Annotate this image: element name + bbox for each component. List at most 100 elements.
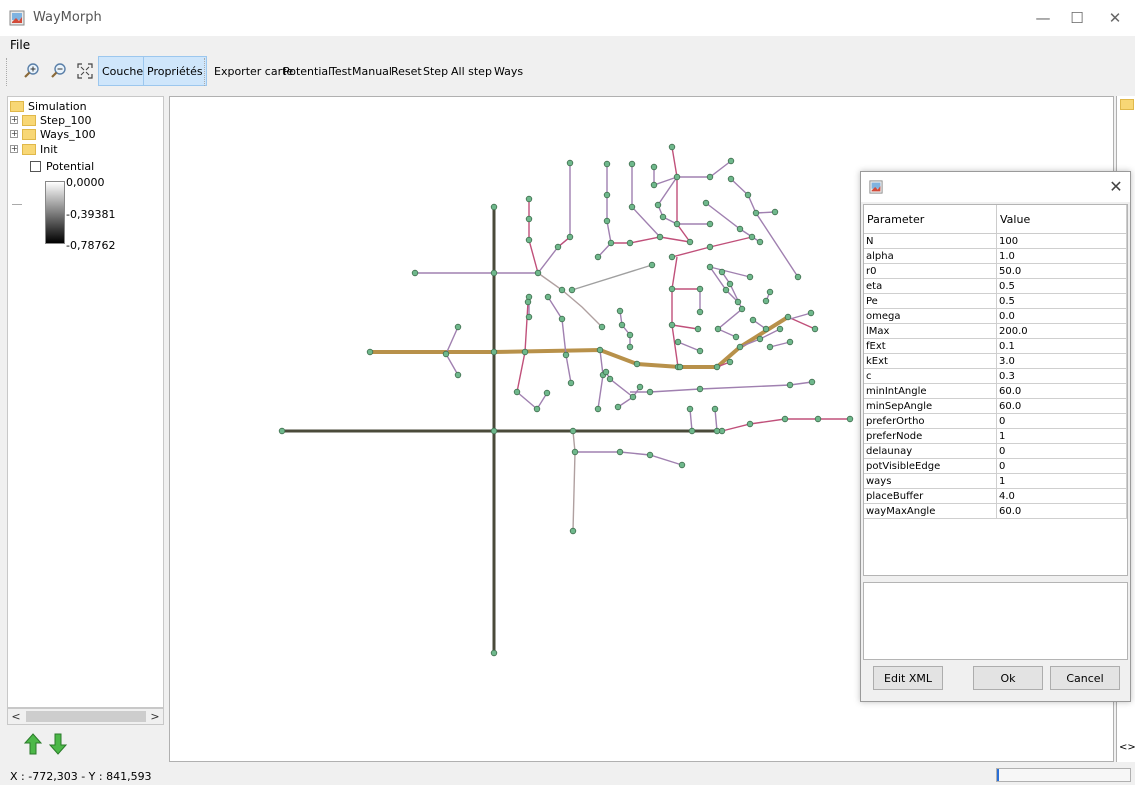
dialog-close-button[interactable]: ✕ bbox=[1106, 177, 1126, 197]
scroll-right-icon[interactable]: > bbox=[147, 709, 163, 724]
table-row[interactable]: N 100 bbox=[864, 233, 1127, 249]
parameter-name-cell[interactable]: wayMaxAngle bbox=[864, 503, 997, 519]
parameter-value-cell[interactable]: 0.0 bbox=[996, 308, 1127, 324]
parameter-name-cell[interactable]: eta bbox=[864, 278, 997, 294]
parameter-name-cell[interactable]: minIntAngle bbox=[864, 383, 997, 399]
cancel-button[interactable]: Cancel bbox=[1050, 666, 1120, 690]
table-row[interactable]: eta 0.5 bbox=[864, 278, 1127, 294]
table-row[interactable]: r0 50.0 bbox=[864, 263, 1127, 279]
tree-horizontal-scrollbar[interactable]: < > bbox=[7, 708, 164, 725]
table-row[interactable]: minSepAngle 60.0 bbox=[864, 398, 1127, 414]
way-road bbox=[368, 315, 790, 369]
close-button[interactable]: ✕ bbox=[1100, 6, 1130, 30]
parameter-name-cell[interactable]: alpha bbox=[864, 248, 997, 264]
parameter-value-cell[interactable]: 4.0 bbox=[996, 488, 1127, 504]
table-row[interactable]: wayMaxAngle 60.0 bbox=[864, 503, 1127, 519]
parameter-value-cell[interactable]: 1 bbox=[996, 473, 1127, 489]
zoom-out-button[interactable] bbox=[47, 56, 71, 86]
legend-mid: -0,39381 bbox=[66, 208, 116, 221]
tree-layer-potential[interactable]: Potential bbox=[30, 159, 94, 173]
parameter-name-cell[interactable]: preferOrtho bbox=[864, 413, 997, 429]
table-row[interactable]: kExt 3.0 bbox=[864, 353, 1127, 369]
maximize-button[interactable]: ☐ bbox=[1062, 6, 1092, 30]
table-row[interactable]: potVisibleEdge 0 bbox=[864, 458, 1127, 474]
expand-icon[interactable]: + bbox=[10, 116, 18, 124]
layer-tree-panel: Simulation + Step_100 + Ways_100 + Init … bbox=[7, 96, 164, 708]
move-layer-down-icon[interactable] bbox=[49, 733, 67, 755]
fit-extent-button[interactable] bbox=[73, 56, 97, 86]
zoom-in-button[interactable] bbox=[20, 56, 44, 86]
tab-proprietes[interactable]: Propriétés bbox=[143, 56, 207, 86]
parameter-value-cell[interactable]: 3.0 bbox=[996, 353, 1127, 369]
xml-text-area[interactable] bbox=[863, 582, 1128, 660]
ways-button[interactable]: Ways bbox=[491, 56, 526, 86]
parameter-value-cell[interactable]: 200.0 bbox=[996, 323, 1127, 339]
table-row[interactable]: Pe 0.5 bbox=[864, 293, 1127, 309]
expand-icon[interactable]: + bbox=[10, 145, 18, 153]
parameter-name-cell[interactable]: delaunay bbox=[864, 443, 997, 459]
parameter-value-cell[interactable]: 50.0 bbox=[996, 263, 1127, 279]
minimize-button[interactable]: — bbox=[1028, 6, 1058, 30]
column-header-value[interactable]: Value bbox=[996, 205, 1127, 234]
parameter-value-cell[interactable]: 60.0 bbox=[996, 398, 1127, 414]
table-row[interactable]: fExt 0.1 bbox=[864, 338, 1127, 354]
parameter-value-cell[interactable]: 60.0 bbox=[996, 503, 1127, 519]
layer-visibility-checkbox[interactable] bbox=[30, 160, 41, 172]
parameter-name-cell[interactable]: minSepAngle bbox=[864, 398, 997, 414]
table-row[interactable]: delaunay 0 bbox=[864, 443, 1127, 459]
table-row[interactable]: preferOrtho 0 bbox=[864, 413, 1127, 429]
parameter-name-cell[interactable]: potVisibleEdge bbox=[864, 458, 997, 474]
table-row[interactable]: ways 1 bbox=[864, 473, 1127, 489]
parameter-name-cell[interactable]: c bbox=[864, 368, 997, 384]
zoom-in-icon bbox=[24, 63, 39, 78]
parameter-value-cell[interactable]: 0.3 bbox=[996, 368, 1127, 384]
parameter-name-cell[interactable]: omega bbox=[864, 308, 997, 324]
table-row[interactable]: c 0.3 bbox=[864, 368, 1127, 384]
menu-bar: File bbox=[0, 36, 1135, 54]
scroll-left-icon[interactable]: < bbox=[8, 709, 24, 724]
parameter-name-cell[interactable]: r0 bbox=[864, 263, 997, 279]
parameter-value-cell[interactable]: 1.0 bbox=[996, 248, 1127, 264]
table-row[interactable]: preferNode 1 bbox=[864, 428, 1127, 444]
column-header-parameter[interactable]: Parameter bbox=[864, 205, 997, 234]
scrollbar-thumb[interactable] bbox=[26, 711, 146, 722]
table-row[interactable]: placeBuffer 4.0 bbox=[864, 488, 1127, 504]
table-row[interactable]: omega 0.0 bbox=[864, 308, 1127, 324]
tree-item-label: Ways_100 bbox=[40, 127, 96, 141]
tree-connector bbox=[12, 204, 22, 205]
legend-gradient bbox=[45, 181, 65, 244]
parameter-name-cell[interactable]: ways bbox=[864, 473, 997, 489]
parameter-name-cell[interactable]: fExt bbox=[864, 338, 997, 354]
parameter-name-cell[interactable]: lMax bbox=[864, 323, 997, 339]
parameter-value-cell[interactable]: 60.0 bbox=[996, 383, 1127, 399]
tree-item-init[interactable]: + Init bbox=[10, 142, 58, 156]
parameter-value-cell[interactable]: 1 bbox=[996, 428, 1127, 444]
table-row[interactable]: lMax 200.0 bbox=[864, 323, 1127, 339]
expand-icon[interactable]: + bbox=[10, 130, 18, 138]
parameter-value-cell[interactable]: 0.5 bbox=[996, 293, 1127, 309]
move-layer-up-icon[interactable] bbox=[24, 733, 42, 755]
tree-item-step[interactable]: + Step_100 bbox=[10, 113, 92, 127]
menu-file[interactable]: File bbox=[10, 38, 30, 52]
tree-root[interactable]: Simulation bbox=[10, 99, 87, 113]
parameter-name-cell[interactable]: kExt bbox=[864, 353, 997, 369]
edit-xml-button[interactable]: Edit XML bbox=[873, 666, 943, 690]
tree-item-ways[interactable]: + Ways_100 bbox=[10, 127, 96, 141]
parameter-name-cell[interactable]: preferNode bbox=[864, 428, 997, 444]
parameter-name-cell[interactable]: N bbox=[864, 233, 997, 249]
folder-icon bbox=[1120, 99, 1134, 110]
all-step-button[interactable]: All step bbox=[448, 56, 495, 86]
step-button[interactable]: Step bbox=[420, 56, 451, 86]
parameter-value-cell[interactable]: 0.1 bbox=[996, 338, 1127, 354]
parameter-name-cell[interactable]: Pe bbox=[864, 293, 997, 309]
parameter-value-cell[interactable]: 100 bbox=[996, 233, 1127, 249]
table-row[interactable]: minIntAngle 60.0 bbox=[864, 383, 1127, 399]
table-row[interactable]: alpha 1.0 bbox=[864, 248, 1127, 264]
parameter-value-cell[interactable]: 0.5 bbox=[996, 278, 1127, 294]
ok-button[interactable]: Ok bbox=[973, 666, 1043, 690]
parameter-value-cell[interactable]: 0 bbox=[996, 458, 1127, 474]
parameter-value-cell[interactable]: 0 bbox=[996, 443, 1127, 459]
scroll-arrows-icon[interactable]: <> bbox=[1119, 742, 1135, 753]
parameter-value-cell[interactable]: 0 bbox=[996, 413, 1127, 429]
parameter-name-cell[interactable]: placeBuffer bbox=[864, 488, 997, 504]
